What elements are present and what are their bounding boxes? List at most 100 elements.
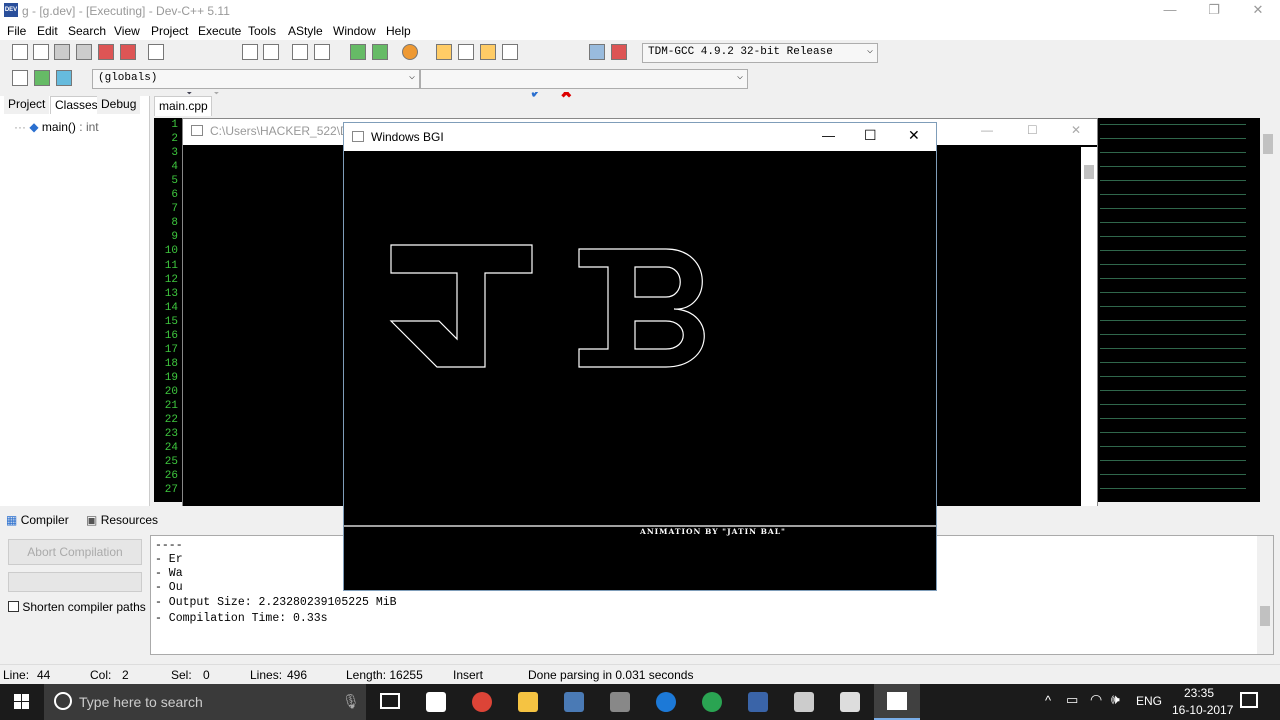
line-number: 15 <box>164 315 178 328</box>
symbol-select[interactable]: ⌵ <box>420 69 748 89</box>
bgi-maximize-button[interactable]: ☐ <box>864 127 877 144</box>
battery-icon[interactable]: ▭ <box>1066 692 1078 708</box>
console-maximize-button[interactable]: ☐ <box>1027 123 1038 137</box>
bookmark-icon[interactable] <box>402 44 418 60</box>
taskbar-search-box[interactable]: Type here to search 🎙 <box>44 684 366 720</box>
notifications-icon[interactable] <box>1240 692 1258 708</box>
cortana-icon <box>54 692 72 710</box>
menu-project[interactable]: Project <box>151 24 188 38</box>
menu-edit[interactable]: Edit <box>37 24 58 38</box>
menu-help[interactable]: Help <box>386 24 411 38</box>
save-icon[interactable] <box>54 44 70 60</box>
chrome-profile-icon[interactable] <box>702 692 722 712</box>
class-tree-item-main[interactable]: ··· ◆ main() : int <box>14 120 99 134</box>
line-number: 12 <box>164 273 178 286</box>
menu-astyle[interactable]: AStyle <box>288 24 323 38</box>
clock-date[interactable]: 16-10-2017 <box>1172 703 1233 717</box>
open-file-icon[interactable] <box>33 44 49 60</box>
console-title: C:\Users\HACKER_522\Doc <box>210 124 362 138</box>
microphone-icon[interactable]: 🎙 <box>342 693 360 710</box>
bgi-window: Windows BGI — ☐ ✕ JB ANIMATION BY "JATIN… <box>343 122 937 591</box>
line-number: 16 <box>164 329 178 342</box>
menu-search[interactable]: Search <box>68 24 106 38</box>
insert-icon[interactable] <box>12 70 28 86</box>
class-toolbar: (globals) ⌵ ⌵ <box>0 66 1280 92</box>
chevron-up-icon[interactable]: ^ <box>1045 693 1051 708</box>
store-icon[interactable] <box>426 692 446 712</box>
abort-compilation-button[interactable]: Abort Compilation <box>8 539 142 565</box>
print-icon[interactable] <box>148 44 164 60</box>
windows-start-icon[interactable] <box>14 694 30 710</box>
editor-scrollbar[interactable] <box>1260 118 1276 502</box>
new-file-icon[interactable] <box>12 44 28 60</box>
scope-select[interactable]: (globals) ⌵ <box>92 69 420 89</box>
indent-icon[interactable] <box>292 44 308 60</box>
bgi-canvas: JB <box>344 244 936 527</box>
bgi-close-button[interactable]: ✕ <box>908 127 920 144</box>
profile-icon[interactable] <box>589 44 605 60</box>
task-view-icon[interactable] <box>380 693 400 709</box>
run-icon[interactable] <box>458 44 474 60</box>
clock-time[interactable]: 23:35 <box>1184 686 1214 700</box>
console-taskbar-icon[interactable] <box>840 692 860 712</box>
line-number: 4 <box>171 161 178 174</box>
menu-file[interactable]: File <box>7 24 26 38</box>
app-taskbar-icon[interactable] <box>610 692 630 712</box>
line-number: 25 <box>164 456 178 469</box>
file-explorer-icon[interactable] <box>518 692 538 712</box>
devcpp-running-icon[interactable] <box>748 692 768 712</box>
language-indicator[interactable]: ENG <box>1136 694 1162 708</box>
unindent-icon[interactable] <box>314 44 330 60</box>
restore-button[interactable]: ❐ <box>1192 0 1236 22</box>
letter-j-outline <box>389 244 533 368</box>
tab-project[interactable]: Project <box>4 96 50 114</box>
find-icon[interactable] <box>242 44 258 60</box>
line-number: 6 <box>171 189 178 202</box>
menu-view[interactable]: View <box>114 24 140 38</box>
rebuild-icon[interactable] <box>502 44 518 60</box>
tab-resources[interactable]: ▣ Resources <box>86 513 158 527</box>
shorten-paths-checkbox[interactable]: Shorten compiler paths <box>8 600 146 614</box>
tab-main-cpp[interactable]: main.cpp <box>154 96 212 116</box>
menu-execute[interactable]: Execute <box>198 24 241 38</box>
line-number: 21 <box>164 400 178 412</box>
tab-debug[interactable]: Debug <box>97 96 141 114</box>
goto-icon[interactable] <box>350 44 366 60</box>
devcpp-taskbar-icon[interactable] <box>564 692 584 712</box>
edge-icon[interactable] <box>656 692 676 712</box>
letter-b-outline <box>578 248 705 368</box>
close-file-icon[interactable] <box>98 44 114 60</box>
toggle-bookmark-icon[interactable] <box>34 70 50 86</box>
console-minimize-button[interactable]: — <box>981 123 993 137</box>
bgi-minimize-button[interactable]: — <box>822 128 835 143</box>
line-number: 20 <box>164 385 178 398</box>
replace-icon[interactable] <box>263 44 279 60</box>
goto-bookmark-icon[interactable] <box>56 70 72 86</box>
bgi-title-bar: Windows BGI — ☐ ✕ <box>344 123 936 151</box>
line-number: 3 <box>171 147 178 160</box>
wifi-icon[interactable]: ◠ <box>1090 691 1102 708</box>
close-all-icon[interactable] <box>120 44 136 60</box>
console-close-button[interactable]: ✕ <box>1071 123 1081 137</box>
chrome-icon[interactable] <box>472 692 492 712</box>
save-all-icon[interactable] <box>76 44 92 60</box>
volume-icon[interactable]: 🕪 <box>1111 691 1120 708</box>
delete-profile-icon[interactable] <box>611 44 627 60</box>
menu-window[interactable]: Window <box>333 24 376 38</box>
tab-compiler[interactable]: ▦ Compiler <box>6 513 69 527</box>
bgi-taskbar-button[interactable] <box>874 684 920 720</box>
menu-tools[interactable]: Tools <box>248 24 276 38</box>
line-number: 7 <box>171 203 178 216</box>
log-scrollbar[interactable] <box>1257 536 1273 654</box>
compile-run-icon[interactable] <box>480 44 496 60</box>
calculator-icon[interactable] <box>794 692 814 712</box>
close-button[interactable]: ✕ <box>1236 0 1280 22</box>
devcpp-app-icon: DEV <box>4 3 18 17</box>
goback-icon[interactable] <box>372 44 388 60</box>
tab-classes[interactable]: Classes <box>50 96 103 114</box>
line-number: 26 <box>164 470 178 483</box>
minimize-button[interactable]: — <box>1148 0 1192 22</box>
console-icon <box>191 125 203 136</box>
compiler-select[interactable]: TDM-GCC 4.9.2 32-bit Release ⌵ <box>642 43 878 63</box>
compile-icon[interactable] <box>436 44 452 60</box>
